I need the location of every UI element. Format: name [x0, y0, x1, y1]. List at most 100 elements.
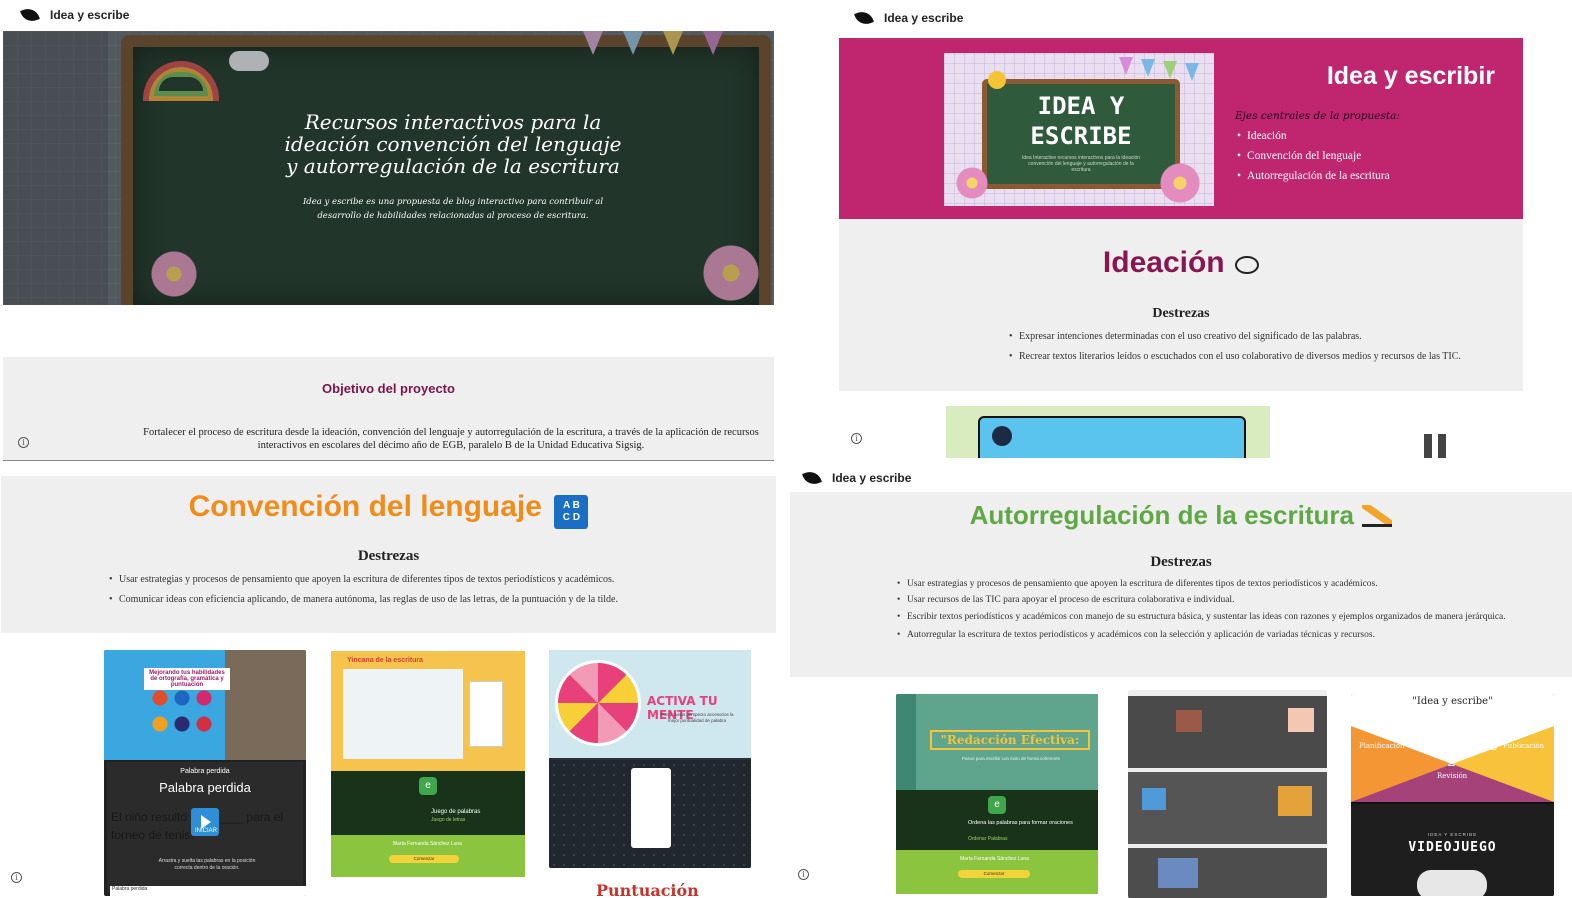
- card-cover: "Idea y escribe" Planificación 1 2 Revis…: [1351, 694, 1554, 802]
- board-image: IDEA Y ESCRIBE Idea Interactive recursos…: [944, 53, 1214, 206]
- tri-orange: [1452, 726, 1554, 802]
- photo: [469, 681, 503, 747]
- phone-screenshot: [631, 768, 671, 848]
- game-panel: e Juego de palabras Juego de letras Marí…: [331, 771, 525, 877]
- info-icon[interactable]: i: [798, 869, 809, 880]
- hands-icon: [1424, 434, 1458, 458]
- skills-heading: Destrezas: [357, 548, 420, 564]
- panel-self-regulation: Idea y escribe Autorregulación de la esc…: [790, 464, 1572, 898]
- axes-label: Ejes centrales de la propuesta:: [1235, 110, 1400, 122]
- resource-card-redaccion[interactable]: "Redacción Efectiva: Pasos para escribir…: [896, 694, 1098, 894]
- hero-title: Recursos interactivos para la ideación c…: [284, 110, 622, 178]
- card-cover: "Redacción Efectiva: Pasos para escribir…: [896, 694, 1098, 790]
- game-title: Palabra perdida: [159, 780, 251, 795]
- leaf-logo-icon[interactable]: [802, 468, 822, 488]
- start-button[interactable]: INICIAR: [191, 828, 221, 834]
- puzzle-piece-icon: [1158, 858, 1198, 888]
- card-caption: Palabra perdida: [110, 886, 306, 896]
- section-title-row: Convención del lenguaje A BC D: [1, 490, 776, 529]
- skill-item: Recrear textos literarios leídos o escuc…: [1009, 351, 1509, 362]
- author-name: María Fernanda Sánchez Luna: [960, 856, 1029, 862]
- skills-heading: Destrezas: [1152, 306, 1210, 321]
- start-button[interactable]: Comenzar: [958, 870, 1030, 878]
- board-title: IDEA Y ESCRIBE: [1030, 92, 1132, 150]
- sun-icon: [988, 71, 1006, 89]
- site-header: Idea y escribe: [792, 0, 1572, 36]
- icon-grid: [152, 690, 228, 740]
- site-title[interactable]: Idea y escribe: [50, 8, 129, 22]
- tri-orange: [1351, 726, 1452, 802]
- info-icon[interactable]: i: [18, 437, 29, 448]
- puzzle-piece-icon: [1288, 708, 1314, 732]
- hero-subtitle: Idea y escribe es una propuesta de blog …: [302, 197, 604, 221]
- gamepad-icon: [1417, 870, 1487, 896]
- site-title[interactable]: Idea y escribe: [832, 471, 911, 485]
- skills-heading: Destrezas: [1150, 554, 1212, 570]
- label-num-2: 2: [1447, 754, 1456, 770]
- writing-hand-icon: [1362, 505, 1393, 527]
- puzzle-piece-icon: [1176, 710, 1202, 732]
- flower-icon: [1160, 163, 1200, 203]
- section-title: Ideación: [1102, 246, 1225, 279]
- skill-item: Usar estrategias y procesos de pensamien…: [897, 579, 1545, 589]
- info-icon[interactable]: i: [851, 433, 862, 444]
- card-cover: Mejorando tus habilidades de ortografía,…: [104, 650, 306, 760]
- skills-list: Expresar intenciones determinadas con el…: [1009, 331, 1509, 362]
- banner-title: Idea y escribir: [1326, 62, 1495, 90]
- panel-ideation: Idea y escribe IDEA Y ESCRIBE Idea Inter…: [792, 0, 1572, 462]
- section-title: Convención del lenguaje: [188, 490, 542, 523]
- ideation-section: Ideación Destrezas Expresar intenciones …: [839, 219, 1523, 391]
- resource-card-videojuego[interactable]: "Idea y escribe" Planificación 1 2 Revis…: [1351, 694, 1554, 896]
- resource-card-puzzles[interactable]: [1128, 690, 1327, 898]
- label-planificacion: Planificación: [1359, 742, 1405, 750]
- site-header: Idea y escribe: [790, 464, 1572, 492]
- site-title[interactable]: Idea y escribe: [884, 11, 963, 25]
- board-small-text: Idea Interactive recursos interactivos p…: [1021, 155, 1141, 173]
- objective-section: Objetivo del proyecto Fortalecer el proc…: [3, 357, 774, 461]
- puzzle-board: [1128, 696, 1327, 768]
- roulette-icon: [555, 660, 641, 746]
- label-publicacion: Publicación: [1503, 742, 1545, 750]
- hero-banner: Recursos interactivos para la ideación c…: [3, 31, 774, 305]
- graduation-cap-icon: [992, 426, 1012, 446]
- resource-preview[interactable]: [946, 406, 1270, 458]
- resource-card-puntuacion[interactable]: ACTIVA TU MENTE Pon a rueda perspecto ac…: [549, 650, 751, 868]
- axis-item: Autorregulación de la escritura: [1237, 170, 1390, 182]
- axes-list: Ideación Convención del lenguaje Autorre…: [1237, 130, 1390, 182]
- logo-badge: e: [419, 777, 437, 795]
- skill-item: Usar recursos de las TIC para apoyar el …: [897, 595, 1545, 605]
- game-panel: Palabra perdida Palabra perdida El niño …: [107, 762, 303, 892]
- card-subtitle: Pasos para escribir con éxito de forma c…: [961, 756, 1061, 761]
- objective-text: Fortalecer el proceso de escritura desde…: [143, 427, 759, 451]
- start-button[interactable]: Comenzar: [389, 855, 459, 863]
- resource-card-palabra-perdida[interactable]: Mejorando tus habilidades de ortografía,…: [104, 650, 306, 896]
- label-num-3: 3: [1489, 738, 1498, 754]
- logo-badge: e: [988, 796, 1006, 814]
- card-caption-puntuacion: Puntuación: [596, 881, 699, 898]
- puzzle-piece-icon: [1142, 788, 1166, 810]
- label-num-1: 1: [1413, 738, 1422, 754]
- game-top-text: IDEA Y ESCRIBE: [1427, 832, 1478, 837]
- game-small-title: Palabra perdida: [180, 768, 230, 775]
- skill-item: Expresar intenciones determinadas con el…: [1009, 331, 1509, 342]
- flower-icon: [956, 167, 988, 199]
- axis-item: Ideación: [1237, 130, 1390, 142]
- game-subtitle: Juego de letras: [431, 817, 466, 823]
- section-title-row: Autorregulación de la escritura: [790, 500, 1572, 531]
- circuit-panel: [549, 760, 751, 868]
- leaf-logo-icon[interactable]: [854, 8, 874, 28]
- card-title: "Idea y escribe": [1412, 696, 1493, 707]
- section-title-row: Ideación: [839, 246, 1523, 280]
- site-header: Idea y escribe: [0, 0, 776, 30]
- card-title: "Redacción Efectiva:: [930, 730, 1090, 750]
- skill-item: Comunicar ideas con eficiencia aplicando…: [109, 594, 749, 605]
- card-cover-text: Yincana de la escritura: [347, 657, 423, 664]
- panel-convention: Convención del lenguaje A BC D Destrezas…: [0, 476, 776, 898]
- arcade-screen: IDEA Y ESCRIBE VIDEOJUEGO: [1351, 804, 1554, 896]
- card-cover: Yincana de la escritura: [331, 651, 525, 771]
- resource-card-yincana[interactable]: Yincana de la escritura e Juego de palab…: [331, 651, 525, 877]
- intro-banner: IDEA Y ESCRIBE Idea Interactive recursos…: [839, 38, 1523, 219]
- leaf-logo-icon[interactable]: [20, 5, 40, 25]
- section-title: Autorregulación de la escritura: [969, 500, 1354, 530]
- info-icon[interactable]: i: [11, 872, 22, 883]
